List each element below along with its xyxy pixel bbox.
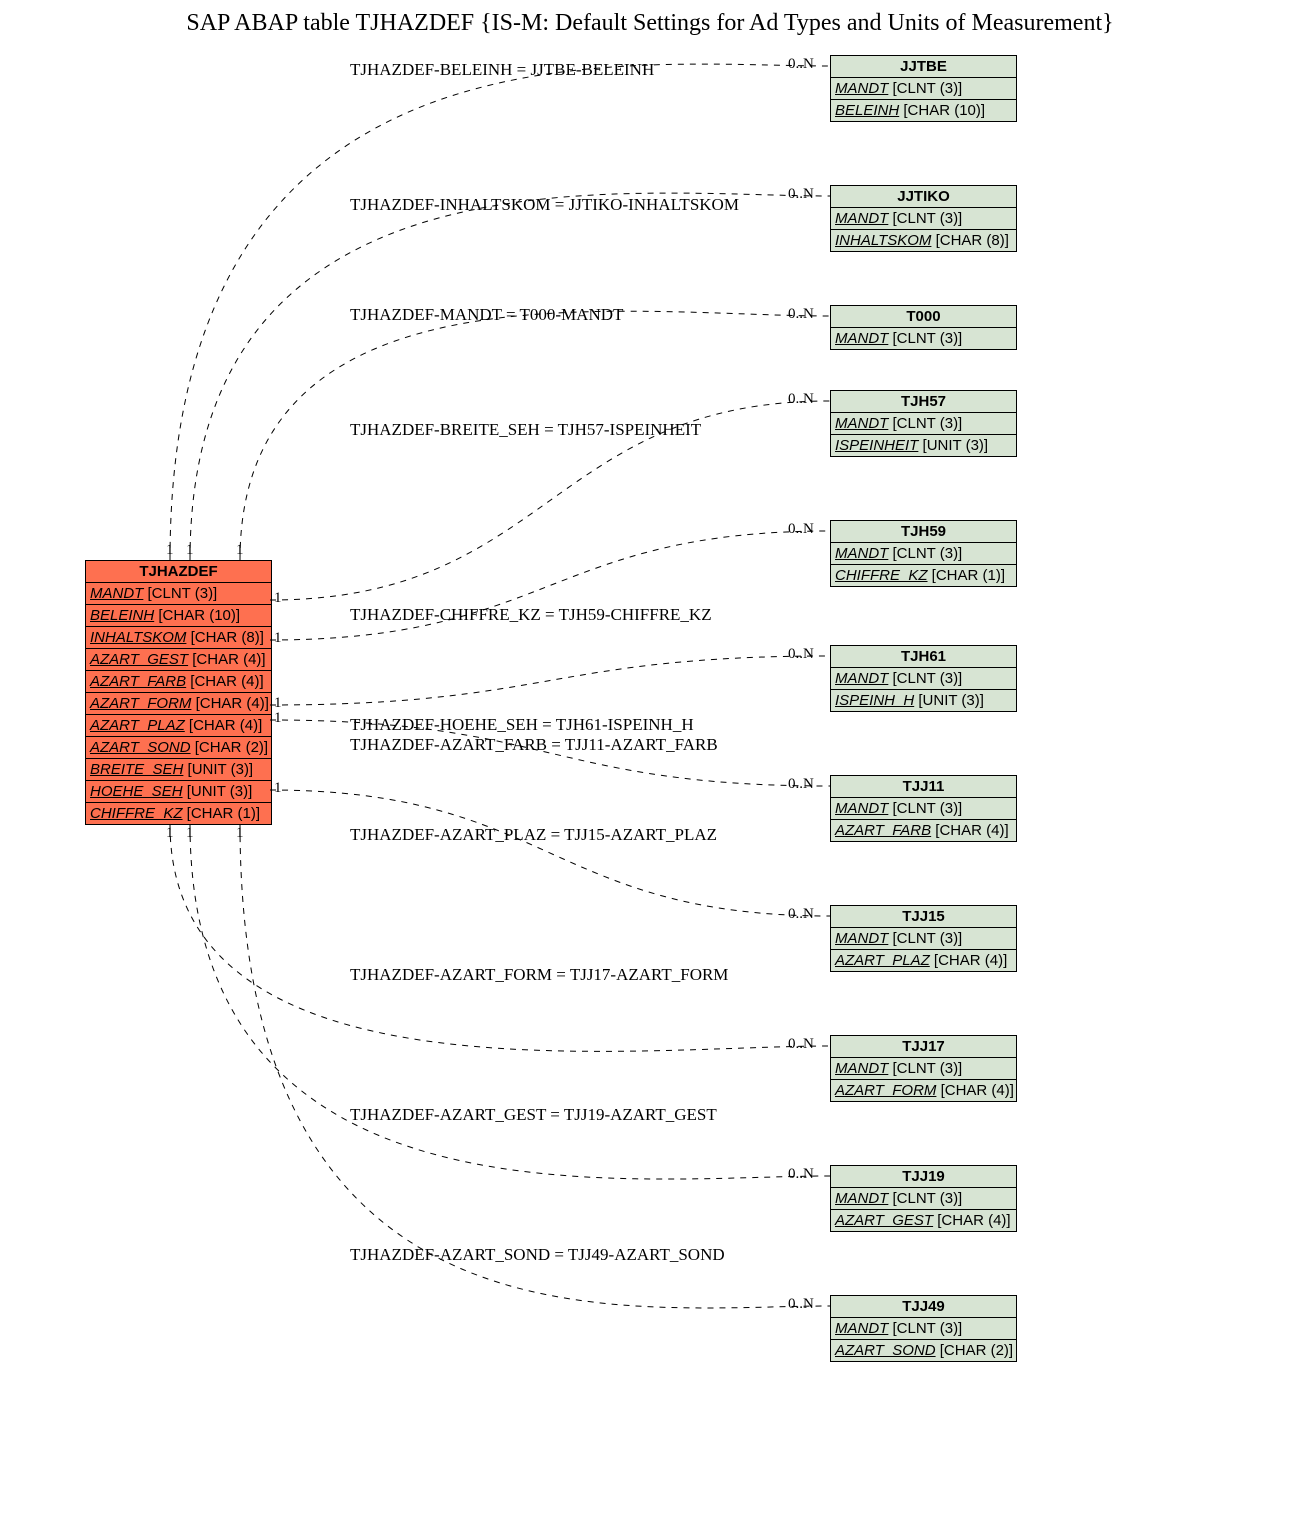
entity-tjj17: TJJ17MANDT [CLNT (3)]AZART_FORM [CHAR (4… — [830, 1035, 1017, 1102]
relationship-label: TJHAZDEF-CHIFFRE_KZ = TJH59-CHIFFRE_KZ — [350, 605, 712, 625]
relationship-label: TJHAZDEF-INHALTSKOM = JJTIKO-INHALTSKOM — [350, 195, 739, 215]
field-mandt: MANDT [CLNT (3)] — [831, 668, 1016, 690]
field-mandt: MANDT [CLNT (3)] — [831, 1058, 1016, 1080]
field-inhaltskom: INHALTSKOM [CHAR (8)] — [86, 627, 271, 649]
cardinality-left: 1 — [274, 630, 282, 647]
cardinality-left: 1 — [236, 825, 244, 842]
cardinality-right: 0..N — [788, 391, 814, 408]
cardinality-right: 0..N — [788, 521, 814, 538]
cardinality-left: 1 — [186, 825, 194, 842]
field-azart_form: AZART_FORM [CHAR (4)] — [86, 693, 271, 715]
cardinality-right: 0..N — [788, 56, 814, 73]
entity-header: TJJ17 — [831, 1036, 1016, 1058]
field-ispeinh_h: ISPEINH_H [UNIT (3)] — [831, 690, 1016, 711]
field-azart_farb: AZART_FARB [CHAR (4)] — [86, 671, 271, 693]
entity-t000: T000MANDT [CLNT (3)] — [830, 305, 1017, 350]
cardinality-right: 0..N — [788, 306, 814, 323]
cardinality-left: 1 — [166, 542, 174, 559]
entity-header: JJTBE — [831, 56, 1016, 78]
relationship-label: TJHAZDEF-HOEHE_SEH = TJH61-ISPEINH_H — [350, 715, 694, 735]
field-azart_gest: AZART_GEST [CHAR (4)] — [831, 1210, 1016, 1231]
field-mandt: MANDT [CLNT (3)] — [86, 583, 271, 605]
relationship-label: TJHAZDEF-AZART_SOND = TJJ49-AZART_SOND — [350, 1245, 725, 1265]
field-mandt: MANDT [CLNT (3)] — [831, 928, 1016, 950]
entity-header: TJJ15 — [831, 906, 1016, 928]
field-beleinh: BELEINH [CHAR (10)] — [831, 100, 1016, 121]
entity-header: TJJ49 — [831, 1296, 1016, 1318]
field-mandt: MANDT [CLNT (3)] — [831, 798, 1016, 820]
relationship-label: TJHAZDEF-MANDT = T000-MANDT — [350, 305, 623, 325]
field-chiffre_kz: CHIFFRE_KZ [CHAR (1)] — [86, 803, 271, 824]
field-chiffre_kz: CHIFFRE_KZ [CHAR (1)] — [831, 565, 1016, 586]
cardinality-left: 1 — [186, 542, 194, 559]
field-mandt: MANDT [CLNT (3)] — [831, 1188, 1016, 1210]
entity-tjj19: TJJ19MANDT [CLNT (3)]AZART_GEST [CHAR (4… — [830, 1165, 1017, 1232]
cardinality-left: 1 — [274, 710, 282, 727]
cardinality-right: 0..N — [788, 1296, 814, 1313]
entity-header: TJH59 — [831, 521, 1016, 543]
entity-tjj49: TJJ49MANDT [CLNT (3)]AZART_SOND [CHAR (2… — [830, 1295, 1017, 1362]
field-mandt: MANDT [CLNT (3)] — [831, 1318, 1016, 1340]
cardinality-right: 0..N — [788, 186, 814, 203]
relationship-label: TJHAZDEF-BELEINH = JJTBE-BELEINH — [350, 60, 654, 80]
relationship-label: TJHAZDEF-AZART_FARB = TJJ11-AZART_FARB — [350, 735, 718, 755]
entity-header: TJJ19 — [831, 1166, 1016, 1188]
entity-tjh61: TJH61MANDT [CLNT (3)]ISPEINH_H [UNIT (3)… — [830, 645, 1017, 712]
entity-header: TJH61 — [831, 646, 1016, 668]
cardinality-right: 0..N — [788, 1036, 814, 1053]
entity-header: TJJ11 — [831, 776, 1016, 798]
entity-jjtbe: JJTBEMANDT [CLNT (3)]BELEINH [CHAR (10)] — [830, 55, 1017, 122]
entity-tjh59: TJH59MANDT [CLNT (3)]CHIFFRE_KZ [CHAR (1… — [830, 520, 1017, 587]
field-mandt: MANDT [CLNT (3)] — [831, 543, 1016, 565]
field-mandt: MANDT [CLNT (3)] — [831, 413, 1016, 435]
field-beleinh: BELEINH [CHAR (10)] — [86, 605, 271, 627]
relationship-label: TJHAZDEF-AZART_GEST = TJJ19-AZART_GEST — [350, 1105, 717, 1125]
page-title: SAP ABAP table TJHAZDEF {IS-M: Default S… — [0, 10, 1300, 37]
field-azart_plaz: AZART_PLAZ [CHAR (4)] — [831, 950, 1016, 971]
field-mandt: MANDT [CLNT (3)] — [831, 328, 1016, 349]
cardinality-left: 1 — [274, 780, 282, 797]
field-mandt: MANDT [CLNT (3)] — [831, 78, 1016, 100]
field-mandt: MANDT [CLNT (3)] — [831, 208, 1016, 230]
field-azart_form: AZART_FORM [CHAR (4)] — [831, 1080, 1016, 1101]
field-breite_seh: BREITE_SEH [UNIT (3)] — [86, 759, 271, 781]
entity-tjj15: TJJ15MANDT [CLNT (3)]AZART_PLAZ [CHAR (4… — [830, 905, 1017, 972]
field-azart_sond: AZART_SOND [CHAR (2)] — [831, 1340, 1016, 1361]
entity-header: TJHAZDEF — [86, 561, 271, 583]
cardinality-left: 1 — [236, 542, 244, 559]
entity-header: JJTIKO — [831, 186, 1016, 208]
relationship-label: TJHAZDEF-BREITE_SEH = TJH57-ISPEINHEIT — [350, 420, 701, 440]
cardinality-left: 1 — [166, 825, 174, 842]
field-azart_sond: AZART_SOND [CHAR (2)] — [86, 737, 271, 759]
entity-header: TJH57 — [831, 391, 1016, 413]
field-inhaltskom: INHALTSKOM [CHAR (8)] — [831, 230, 1016, 251]
field-azart_plaz: AZART_PLAZ [CHAR (4)] — [86, 715, 271, 737]
cardinality-left: 1 — [274, 590, 282, 607]
field-azart_farb: AZART_FARB [CHAR (4)] — [831, 820, 1016, 841]
cardinality-right: 0..N — [788, 646, 814, 663]
field-hoehe_seh: HOEHE_SEH [UNIT (3)] — [86, 781, 271, 803]
entity-tjhazdef: TJHAZDEF MANDT [CLNT (3)]BELEINH [CHAR (… — [85, 560, 272, 825]
cardinality-right: 0..N — [788, 906, 814, 923]
entity-header: T000 — [831, 306, 1016, 328]
field-ispeinheit: ISPEINHEIT [UNIT (3)] — [831, 435, 1016, 456]
cardinality-right: 0..N — [788, 1166, 814, 1183]
entity-tjh57: TJH57MANDT [CLNT (3)]ISPEINHEIT [UNIT (3… — [830, 390, 1017, 457]
cardinality-right: 0..N — [788, 776, 814, 793]
entity-tjj11: TJJ11MANDT [CLNT (3)]AZART_FARB [CHAR (4… — [830, 775, 1017, 842]
field-azart_gest: AZART_GEST [CHAR (4)] — [86, 649, 271, 671]
relationship-label: TJHAZDEF-AZART_PLAZ = TJJ15-AZART_PLAZ — [350, 825, 717, 845]
entity-jjtiko: JJTIKOMANDT [CLNT (3)]INHALTSKOM [CHAR (… — [830, 185, 1017, 252]
relationship-label: TJHAZDEF-AZART_FORM = TJJ17-AZART_FORM — [350, 965, 728, 985]
